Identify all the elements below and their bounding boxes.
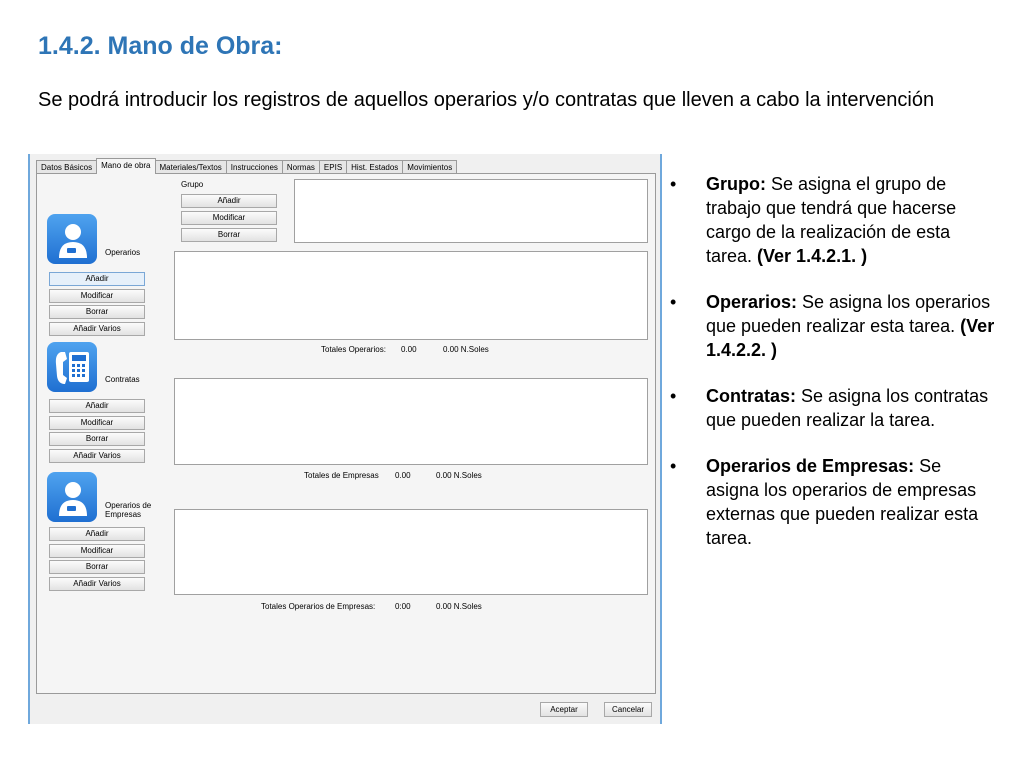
operarios-user-icon: [47, 214, 97, 264]
tab-materiales-textos[interactable]: Materiales/Textos: [154, 160, 227, 174]
tab-movimientos[interactable]: Movimientos: [402, 160, 458, 174]
mano-de-obra-window: Datos Básicos Mano de obra Materiales/Te…: [28, 154, 662, 724]
mano-de-obra-panel: Grupo Añadir Modificar Borrar Operarios …: [36, 173, 656, 694]
operarios-totals-currency: 0.00 N.Soles: [443, 345, 489, 354]
contratas-totals-label: Totales de Empresas: [304, 471, 379, 480]
explanation-list: Grupo: Se asigna el grupo de trabajo que…: [668, 172, 998, 572]
tab-epis[interactable]: EPIS: [318, 160, 348, 174]
operarios-label: Operarios: [105, 248, 141, 257]
bullet-reference: (Ver 1.4.2.1. ): [757, 246, 868, 266]
bullet-grupo: Grupo: Se asigna el grupo de trabajo que…: [668, 172, 998, 268]
operarios-empresas-add-button[interactable]: Añadir: [49, 527, 145, 541]
operarios-totals-label: Totales Operarios:: [321, 345, 386, 354]
bullet-contratas: Contratas: Se asigna los contratas que p…: [668, 384, 998, 432]
tab-hist-estados[interactable]: Hist. Estados: [346, 160, 404, 174]
operarios-empresas-delete-button[interactable]: Borrar: [49, 560, 145, 574]
tab-datos-basicos[interactable]: Datos Básicos: [36, 160, 98, 174]
bullet-term: Grupo:: [706, 174, 766, 194]
slide-subtitle: Se podrá introducir los registros de aqu…: [38, 89, 935, 111]
bullet-term: Contratas:: [706, 386, 797, 406]
grupo-list[interactable]: [294, 179, 648, 243]
operarios-empresas-add-multiple-button[interactable]: Añadir Varios: [49, 577, 145, 591]
operarios-add-button[interactable]: Añadir: [49, 272, 145, 286]
grupo-delete-button[interactable]: Borrar: [181, 228, 277, 242]
grupo-label: Grupo: [181, 180, 204, 189]
tab-strip: Datos Básicos Mano de obra Materiales/Te…: [36, 158, 458, 174]
operarios-empresas-modify-button[interactable]: Modificar: [49, 544, 145, 558]
operarios-empresas-totals-value: 0:00: [395, 602, 411, 611]
contratas-list[interactable]: [174, 378, 648, 465]
tab-mano-de-obra[interactable]: Mano de obra: [96, 158, 156, 174]
bullet-operarios: Operarios: Se asigna los operarios que p…: [668, 290, 998, 362]
contratas-totals-value: 0.00: [395, 471, 411, 480]
grupo-modify-button[interactable]: Modificar: [181, 211, 277, 225]
operarios-add-multiple-button[interactable]: Añadir Varios: [49, 322, 145, 336]
operarios-empresas-user-icon: [47, 472, 97, 522]
contratas-label: Contratas: [105, 375, 140, 384]
tab-instrucciones[interactable]: Instrucciones: [225, 160, 283, 174]
operarios-totals-value: 0.00: [401, 345, 417, 354]
operarios-empresas-label-line1: Operarios de: [105, 501, 152, 510]
grupo-add-button[interactable]: Añadir: [181, 194, 277, 208]
operarios-delete-button[interactable]: Borrar: [49, 305, 145, 319]
slide-title: 1.4.2. Mano de Obra:: [38, 32, 283, 60]
operarios-empresas-totals-currency: 0.00 N.Soles: [436, 602, 482, 611]
contratas-modify-button[interactable]: Modificar: [49, 416, 145, 430]
bullet-term: Operarios de Empresas:: [706, 456, 915, 476]
operarios-list[interactable]: [174, 251, 648, 340]
contratas-add-multiple-button[interactable]: Añadir Varios: [49, 449, 145, 463]
bullet-operarios-empresas: Operarios de Empresas: Se asigna los ope…: [668, 454, 998, 550]
contratas-totals-currency: 0.00 N.Soles: [436, 471, 482, 480]
operarios-empresas-totals-label: Totales Operarios de Empresas:: [261, 602, 376, 611]
contratas-add-button[interactable]: Añadir: [49, 399, 145, 413]
accept-button[interactable]: Aceptar: [540, 702, 588, 717]
tab-normas[interactable]: Normas: [281, 160, 320, 174]
contratas-phone-icon: [47, 342, 97, 392]
operarios-modify-button[interactable]: Modificar: [49, 289, 145, 303]
contratas-delete-button[interactable]: Borrar: [49, 432, 145, 446]
bullet-term: Operarios:: [706, 292, 798, 312]
cancel-button[interactable]: Cancelar: [604, 702, 652, 717]
operarios-empresas-label-line2: Empresas: [105, 510, 142, 519]
operarios-empresas-list[interactable]: [174, 509, 648, 595]
